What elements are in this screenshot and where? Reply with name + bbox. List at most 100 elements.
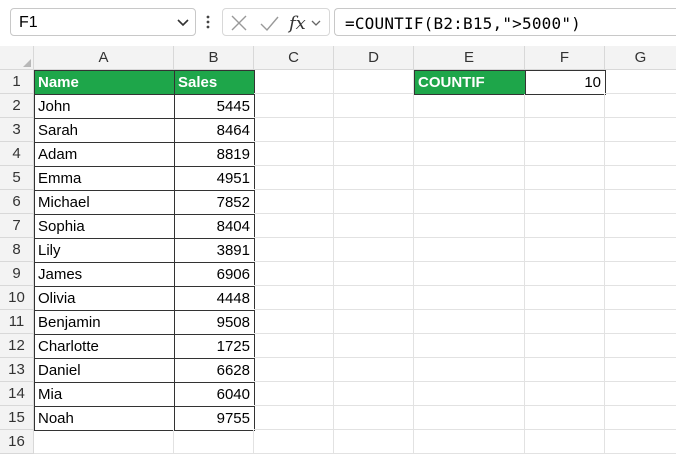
cell-e1[interactable]: COUNTIF xyxy=(414,70,526,95)
row-header-14[interactable]: 14 xyxy=(0,382,34,406)
cell-g3[interactable] xyxy=(605,118,676,142)
cell-f6[interactable] xyxy=(525,190,605,214)
cell-f16[interactable] xyxy=(525,430,605,454)
row-header-1[interactable]: 1 xyxy=(0,70,34,94)
cell-b4[interactable]: 8819 xyxy=(174,142,255,167)
row-header-3[interactable]: 3 xyxy=(0,118,34,142)
cell-c14[interactable] xyxy=(254,382,334,406)
cell-c12[interactable] xyxy=(254,334,334,358)
cell-b6[interactable]: 7852 xyxy=(174,190,255,215)
cell-d2[interactable] xyxy=(334,94,414,118)
cell-e13[interactable] xyxy=(414,358,525,382)
cell-c9[interactable] xyxy=(254,262,334,286)
row-header-4[interactable]: 4 xyxy=(0,142,34,166)
cell-e8[interactable] xyxy=(414,238,525,262)
cell-a1[interactable]: Name xyxy=(34,70,175,95)
cell-a13[interactable]: Daniel xyxy=(34,358,175,383)
cell-e6[interactable] xyxy=(414,190,525,214)
cell-g5[interactable] xyxy=(605,166,676,190)
cell-a8[interactable]: Lily xyxy=(34,238,175,263)
row-header-12[interactable]: 12 xyxy=(0,334,34,358)
cell-c13[interactable] xyxy=(254,358,334,382)
row-header-6[interactable]: 6 xyxy=(0,190,34,214)
cell-c11[interactable] xyxy=(254,310,334,334)
cell-g15[interactable] xyxy=(605,406,676,430)
cell-b14[interactable]: 6040 xyxy=(174,382,255,407)
name-box[interactable]: F1 xyxy=(10,8,196,36)
cell-a3[interactable]: Sarah xyxy=(34,118,175,143)
cell-b3[interactable]: 8464 xyxy=(174,118,255,143)
cell-c6[interactable] xyxy=(254,190,334,214)
cell-f11[interactable] xyxy=(525,310,605,334)
cell-f12[interactable] xyxy=(525,334,605,358)
row-header-7[interactable]: 7 xyxy=(0,214,34,238)
cell-a2[interactable]: John xyxy=(34,94,175,119)
cell-f9[interactable] xyxy=(525,262,605,286)
cell-f15[interactable] xyxy=(525,406,605,430)
cell-f13[interactable] xyxy=(525,358,605,382)
cell-c1[interactable] xyxy=(254,70,334,94)
cell-b13[interactable]: 6628 xyxy=(174,358,255,383)
cell-b8[interactable]: 3891 xyxy=(174,238,255,263)
cell-e11[interactable] xyxy=(414,310,525,334)
column-header-a[interactable]: A xyxy=(34,46,174,70)
cell-e16[interactable] xyxy=(414,430,525,454)
cell-g2[interactable] xyxy=(605,94,676,118)
cell-f5[interactable] xyxy=(525,166,605,190)
cell-a15[interactable]: Noah xyxy=(34,406,175,431)
cell-c8[interactable] xyxy=(254,238,334,262)
cell-d5[interactable] xyxy=(334,166,414,190)
cell-d3[interactable] xyxy=(334,118,414,142)
column-header-f[interactable]: F xyxy=(525,46,605,70)
cell-d11[interactable] xyxy=(334,310,414,334)
cell-b1[interactable]: Sales xyxy=(174,70,255,95)
cell-d7[interactable] xyxy=(334,214,414,238)
row-header-8[interactable]: 8 xyxy=(0,238,34,262)
cell-a16[interactable] xyxy=(34,430,174,454)
cell-a12[interactable]: Charlotte xyxy=(34,334,175,359)
chevron-down-icon[interactable] xyxy=(175,12,191,32)
row-header-5[interactable]: 5 xyxy=(0,166,34,190)
cell-c3[interactable] xyxy=(254,118,334,142)
cell-b5[interactable]: 4951 xyxy=(174,166,255,191)
cell-c15[interactable] xyxy=(254,406,334,430)
cell-d1[interactable] xyxy=(334,70,414,94)
column-header-g[interactable]: G xyxy=(605,46,676,70)
cell-a7[interactable]: Sophia xyxy=(34,214,175,239)
cell-b12[interactable]: 1725 xyxy=(174,334,255,359)
cell-g14[interactable] xyxy=(605,382,676,406)
cell-e15[interactable] xyxy=(414,406,525,430)
cell-e5[interactable] xyxy=(414,166,525,190)
cell-e10[interactable] xyxy=(414,286,525,310)
cell-d16[interactable] xyxy=(334,430,414,454)
column-header-d[interactable]: D xyxy=(334,46,414,70)
cell-d12[interactable] xyxy=(334,334,414,358)
cell-g8[interactable] xyxy=(605,238,676,262)
select-all-corner[interactable] xyxy=(0,46,34,70)
formula-input[interactable]: =COUNTIF(B2:B15,">5000") xyxy=(334,8,676,36)
cell-d15[interactable] xyxy=(334,406,414,430)
cell-g13[interactable] xyxy=(605,358,676,382)
cell-c4[interactable] xyxy=(254,142,334,166)
cell-b2[interactable]: 5445 xyxy=(174,94,255,119)
row-header-9[interactable]: 9 xyxy=(0,262,34,286)
row-header-10[interactable]: 10 xyxy=(0,286,34,310)
cell-g16[interactable] xyxy=(605,430,676,454)
cell-b7[interactable]: 8404 xyxy=(174,214,255,239)
column-header-c[interactable]: C xyxy=(254,46,334,70)
cell-e4[interactable] xyxy=(414,142,525,166)
cell-f14[interactable] xyxy=(525,382,605,406)
cell-b11[interactable]: 9508 xyxy=(174,310,255,335)
row-header-11[interactable]: 11 xyxy=(0,310,34,334)
cell-f8[interactable] xyxy=(525,238,605,262)
cell-c10[interactable] xyxy=(254,286,334,310)
cell-a4[interactable]: Adam xyxy=(34,142,175,167)
cell-f7[interactable] xyxy=(525,214,605,238)
row-header-15[interactable]: 15 xyxy=(0,406,34,430)
more-options-icon[interactable] xyxy=(204,12,212,32)
cell-a10[interactable]: Olivia xyxy=(34,286,175,311)
cell-c5[interactable] xyxy=(254,166,334,190)
cell-g12[interactable] xyxy=(605,334,676,358)
cell-d14[interactable] xyxy=(334,382,414,406)
cell-e2[interactable] xyxy=(414,94,525,118)
